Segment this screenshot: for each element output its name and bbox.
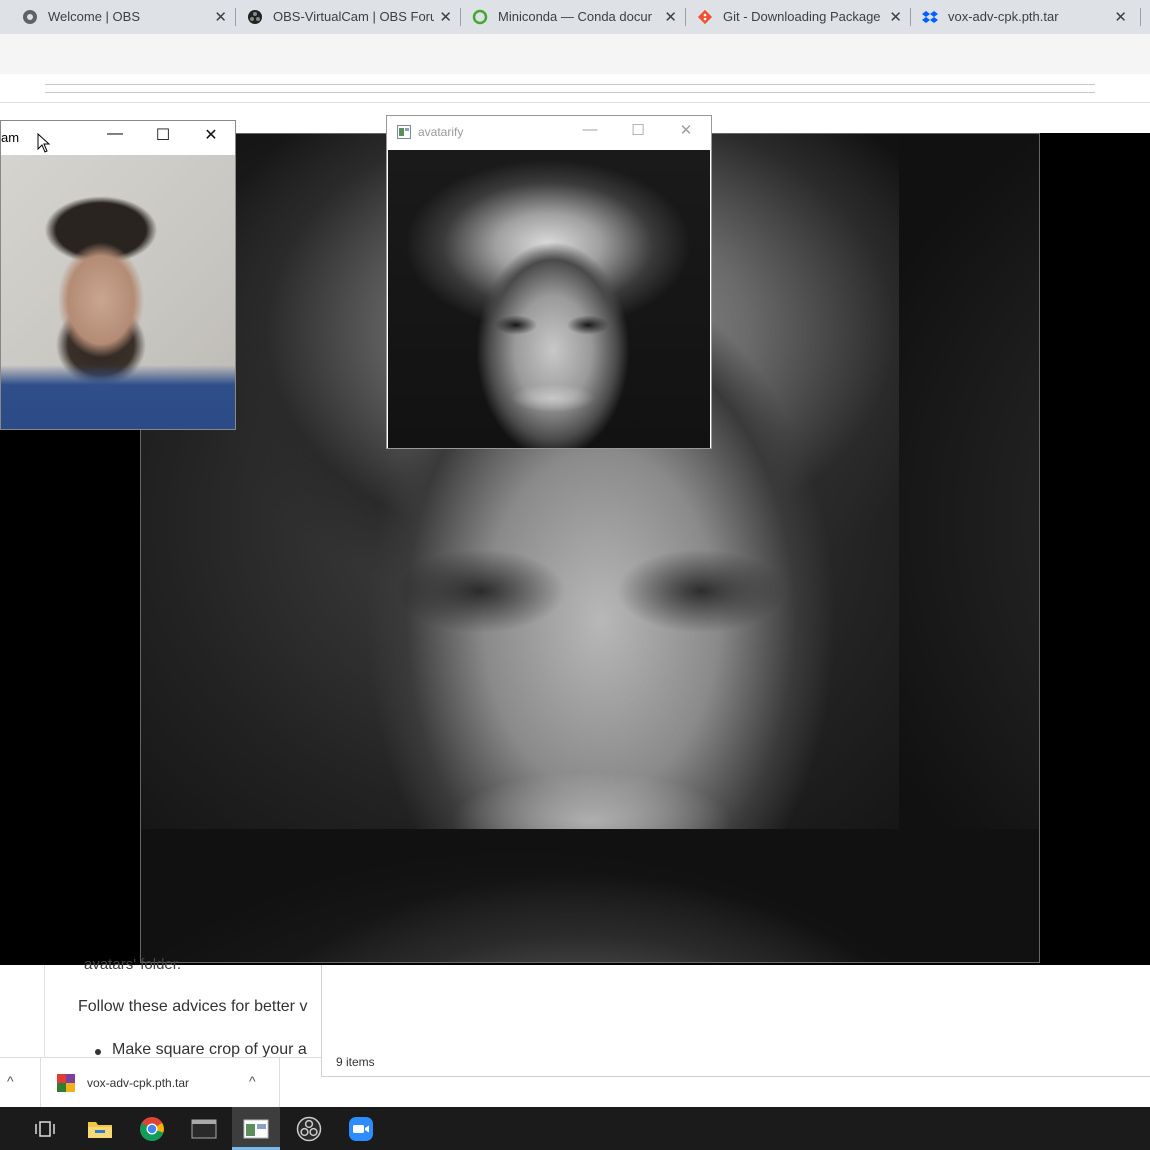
archive-file-icon: [57, 1074, 75, 1092]
git-logo-icon: [697, 9, 713, 25]
tab-title: Miniconda — Conda docur: [498, 9, 652, 24]
webcam-window-title: am: [1, 130, 20, 145]
taskbar-file-explorer[interactable]: [82, 1111, 118, 1147]
browser-tab-strip: Welcome | OBS ✕ OBS-VirtualCam | OBS For…: [0, 0, 1150, 34]
obs-icon: [296, 1116, 322, 1142]
tab-title: Git - Downloading Package: [723, 9, 881, 24]
download-file-name: vox-adv-cpk.pth.tar: [87, 1076, 190, 1090]
tab-title: OBS-VirtualCam | OBS Foru: [273, 9, 434, 24]
tab-vox-download[interactable]: vox-adv-cpk.pth.tar ✕: [900, 0, 1135, 34]
dropbox-icon: [922, 11, 938, 23]
task-view-button[interactable]: [27, 1111, 63, 1147]
task-view-icon: [35, 1121, 55, 1137]
conda-ring-icon: [472, 9, 488, 25]
taskbar-obs[interactable]: [291, 1111, 327, 1147]
explorer-status-bar: 9 items: [336, 1055, 375, 1069]
tab-separator: [1140, 8, 1141, 26]
page-divider: [45, 92, 1095, 93]
tab-close-icon[interactable]: ✕: [1114, 8, 1127, 26]
file-explorer-icon: [88, 1122, 112, 1138]
minimize-button[interactable]: —: [578, 121, 602, 138]
maximize-button[interactable]: ☐: [151, 125, 175, 145]
avatarify-titlebar[interactable]: avatarify — ☐ ✕: [387, 116, 711, 150]
avatarify-app-icon: [243, 1119, 269, 1139]
tab-obs-virtualcam[interactable]: OBS-VirtualCam | OBS Foru ✕: [225, 0, 460, 34]
obs-logo-icon: [248, 10, 262, 24]
list-item: Make square crop of your a: [112, 1041, 307, 1057]
avatar-preview-image: [388, 150, 710, 448]
tab-welcome-obs[interactable]: Welcome | OBS ✕: [0, 0, 235, 34]
content-divider: [44, 965, 45, 1057]
minimize-button[interactable]: —: [103, 125, 127, 143]
list-bullet: [95, 1049, 101, 1055]
download-item[interactable]: vox-adv-cpk.pth.tar ^: [40, 1058, 280, 1108]
globe-icon: [23, 10, 37, 24]
webcam-video-feed: [1, 155, 235, 429]
mouse-cursor-icon: [37, 133, 51, 153]
tab-miniconda[interactable]: Miniconda — Conda docur ✕: [450, 0, 685, 34]
page-divider: [45, 84, 1095, 85]
tab-git-download[interactable]: Git - Downloading Package ✕: [675, 0, 910, 34]
terminal-icon: [191, 1119, 217, 1139]
page-text-fragment: avatars' folder.: [84, 956, 182, 973]
avatarify-window-title: avatarify: [418, 125, 464, 139]
taskbar-avatarify[interactable]: [238, 1111, 274, 1147]
zoom-icon: [349, 1117, 373, 1141]
taskbar-chrome[interactable]: [134, 1111, 170, 1147]
close-button[interactable]: ✕: [674, 121, 698, 139]
tab-title: vox-adv-cpk.pth.tar: [948, 9, 1059, 24]
avatarify-window[interactable]: avatarify — ☐ ✕: [386, 115, 712, 449]
webcam-window[interactable]: am — ☐ ✕: [0, 120, 236, 430]
chrome-icon: [140, 1117, 164, 1141]
page-paragraph: Follow these advices for better v: [78, 998, 308, 1015]
browser-toolbar: [0, 34, 1150, 74]
windows-taskbar: [0, 1107, 1150, 1150]
bookmark-bar: [0, 74, 1150, 103]
tab-title: Welcome | OBS: [48, 9, 140, 24]
taskbar-zoom[interactable]: [343, 1111, 379, 1147]
window-app-icon: [397, 125, 411, 139]
taskbar-terminal[interactable]: [186, 1111, 222, 1147]
close-button[interactable]: ✕: [199, 125, 223, 145]
maximize-button[interactable]: ☐: [626, 121, 650, 139]
chevron-up-icon[interactable]: ^: [249, 1073, 256, 1089]
download-bar: ^ vox-adv-cpk.pth.tar ^: [0, 1057, 321, 1108]
file-explorer-window[interactable]: 9 items: [321, 965, 1150, 1077]
chevron-up-icon[interactable]: ^: [7, 1073, 14, 1089]
